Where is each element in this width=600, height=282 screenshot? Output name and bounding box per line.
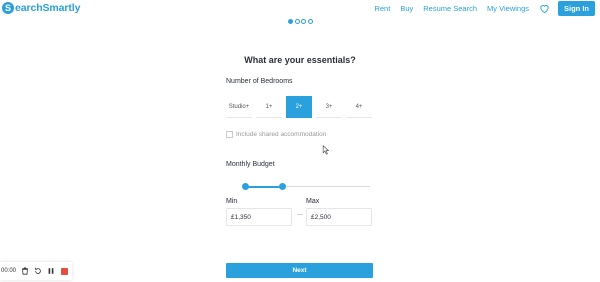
bedroom-option-1[interactable]: 1+ [256, 96, 282, 118]
page-title: What are your essentials? [244, 55, 356, 65]
max-budget-input[interactable] [306, 208, 372, 226]
shared-accommodation-label: Include shared accommodation [236, 131, 327, 138]
bedroom-option-studio[interactable]: Studio+ [226, 96, 252, 118]
step-indicator [288, 19, 314, 24]
mouse-cursor-icon [322, 145, 330, 155]
recorder-timer: 00:00 [1, 268, 17, 274]
bedroom-options: Studio+ 1+ 2+ 3+ 4+ [226, 96, 376, 118]
stop-icon[interactable] [60, 267, 68, 275]
pause-icon[interactable] [47, 267, 55, 275]
logo-text: earchSmartly [15, 2, 81, 14]
slider-max-handle[interactable] [279, 183, 286, 190]
step-dot-4 [307, 19, 313, 24]
trash-icon[interactable] [21, 267, 29, 275]
slider-range [246, 186, 282, 188]
step-dot-1 [288, 19, 293, 24]
heart-icon[interactable] [539, 3, 550, 14]
range-separator: — [297, 212, 303, 218]
budget-slider[interactable] [242, 182, 372, 192]
header: S earchSmartly Rent Buy Resume Search My… [0, 0, 600, 18]
next-button[interactable]: Next [226, 263, 373, 278]
nav-my-viewings[interactable]: My Viewings [487, 4, 529, 13]
sign-in-button[interactable]: Sign In [558, 1, 595, 16]
logo[interactable]: S earchSmartly [2, 2, 80, 14]
top-nav: Rent Buy Resume Search My Viewings Sign … [364, 1, 595, 16]
nav-rent[interactable]: Rent [374, 4, 390, 13]
max-label: Max [306, 198, 320, 205]
logo-mark: S [2, 2, 14, 14]
shared-accommodation-row[interactable]: Include shared accommodation [226, 131, 326, 138]
screen-recorder-bar: 00:00 [0, 262, 72, 280]
min-budget-input[interactable] [226, 208, 292, 226]
step-dot-2 [294, 19, 300, 24]
nav-buy[interactable]: Buy [400, 4, 413, 13]
nav-resume-search[interactable]: Resume Search [423, 4, 477, 13]
shared-accommodation-checkbox[interactable] [226, 131, 233, 138]
slider-min-handle[interactable] [242, 183, 249, 190]
bedroom-option-2[interactable]: 2+ [286, 96, 312, 118]
bedroom-option-3[interactable]: 3+ [316, 96, 342, 118]
bedrooms-label: Number of Bedrooms [226, 78, 293, 85]
bedroom-option-4[interactable]: 4+ [346, 96, 372, 118]
budget-label: Monthly Budget [226, 161, 275, 168]
restart-icon[interactable] [34, 267, 42, 275]
min-label: Min [226, 198, 238, 205]
step-dot-3 [301, 19, 306, 24]
